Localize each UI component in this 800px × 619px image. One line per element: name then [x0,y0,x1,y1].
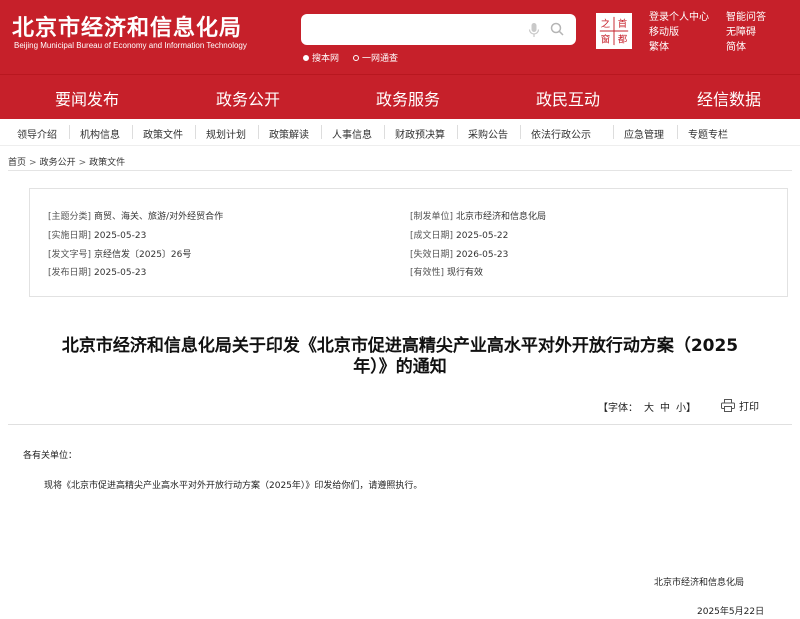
breadcrumb-separator: > [78,158,87,168]
search-scope: 搜本网 一网通查 [303,51,398,64]
svg-text:之: 之 [601,18,611,30]
subnav-personnel[interactable]: 人事信息 [332,126,372,141]
subnav-policy[interactable]: 政策文件 [143,126,183,141]
simplified-link[interactable]: 简体 [726,41,799,55]
document-metadata: [主题分类] 商贸、海关、旅游/对外经贸合作 [实施日期] 2025-05-23 [… [29,188,788,297]
document-title: 北京市经济和信息化局关于印发《北京市促进高精尖产业高水平对外开放行动方案（202… [61,336,739,377]
body-paragraph: 现将《北京市促进高精尖产业高水平对外开放行动方案（2025年）》印发给你们，请遵… [44,481,423,491]
nav-data[interactable]: 经信数据 [697,86,761,110]
divider [321,125,322,139]
logo-caption: Beijing-China [599,44,629,50]
traditional-link[interactable]: 繁体 [649,41,726,55]
breadcrumb-separator: > [29,158,37,168]
subnav-plans[interactable]: 规划计划 [206,126,246,141]
divider [258,125,259,139]
divider [195,125,196,139]
meta-made-date: [成文日期] 2025-05-22 [410,231,509,241]
salutation: 各有关单位： [23,451,78,461]
font-size-label: 【字体： [598,403,638,414]
sub-nav: 领导介绍 机构信息 政策文件 规划计划 政策解读 人事信息 财政预决算 采购公告… [0,119,800,146]
mobile-link[interactable]: 移动版 [649,26,726,40]
meta-expire-date: [失效日期] 2026-05-23 [410,250,509,260]
search-input[interactable] [311,20,521,39]
main-nav: 要闻发布 政务公开 政务服务 政民互动 经信数据 [0,74,800,119]
subnav-interpretation[interactable]: 政策解读 [269,126,309,141]
printer-icon [721,399,735,412]
sign-date: 2025年5月22日 [697,607,765,617]
site-header: 北京市经济和信息化局 Beijing Municipal Bureau of E… [0,0,800,74]
print-label: 打印 [739,402,759,413]
radio-selected-icon [303,54,309,61]
login-link[interactable]: 登录个人中心 [649,11,726,25]
radio-icon [353,54,360,61]
subnav-topics[interactable]: 专题专栏 [688,126,728,141]
svg-text:首: 首 [618,18,627,30]
divider [520,125,521,139]
font-large-button[interactable]: 大 [644,399,654,414]
divider [384,125,385,139]
subnav-budget[interactable]: 财政预决算 [395,126,445,141]
subnav-procurement[interactable]: 采购公告 [468,126,508,141]
meta-validity: [有效性] 现行有效 [410,268,484,278]
header-tool-links: 登录个人中心 智能问答 移动版 无障碍 繁体 简体 [649,11,799,55]
nav-gov-open[interactable]: 政务公开 [216,86,280,110]
divider [613,125,614,139]
meta-doc-number: [发文字号] 京经信发〔2025〕26号 [48,250,192,260]
breadcrumb-policy[interactable]: 政策文件 [89,158,125,168]
divider [677,125,678,139]
nav-gov-service[interactable]: 政务服务 [376,86,440,110]
divider [8,424,792,425]
divider [69,125,70,139]
subnav-emergency[interactable]: 应急管理 [624,126,664,141]
breadcrumb-home[interactable]: 首页 [8,158,26,168]
breadcrumb: 首页 > 政务公开 > 政策文件 [8,155,125,168]
font-medium-button[interactable]: 中 [660,399,670,414]
signer: 北京市经济和信息化局 [654,578,745,588]
print-button[interactable]: 打印 [721,398,759,413]
subnav-leaders[interactable]: 领导介绍 [17,126,57,141]
nav-news[interactable]: 要闻发布 [55,86,119,110]
microphone-icon[interactable] [528,22,540,38]
font-size-control: 【字体： 大 中 小】 [598,399,696,414]
subnav-law[interactable]: 依法行政公示 [531,126,591,141]
site-title[interactable]: 北京市经济和信息化局 [12,10,242,42]
search-icon[interactable] [550,22,564,36]
divider [132,125,133,139]
meta-impl-date: [实施日期] 2025-05-23 [48,231,147,241]
font-small-button[interactable]: 小】 [676,399,696,414]
scope-all[interactable]: 一网通查 [353,51,398,64]
accessibility-link[interactable]: 无障碍 [726,26,799,40]
breadcrumb-gov-open[interactable]: 政务公开 [40,158,76,168]
meta-issuer: [制发单位] 北京市经济和信息化局 [410,212,547,222]
divider [457,125,458,139]
scope-site[interactable]: 搜本网 [303,51,339,64]
nav-interaction[interactable]: 政民互动 [536,86,600,110]
divider [8,170,792,171]
smart-qa-link[interactable]: 智能问答 [726,11,799,25]
subnav-org[interactable]: 机构信息 [80,126,120,141]
meta-pub-date: [发布日期] 2025-05-23 [48,268,147,278]
site-subtitle: Beijing Municipal Bureau of Economy and … [14,41,247,50]
meta-topic: [主题分类] 商贸、海关、旅游/对外经贸合作 [48,212,224,222]
